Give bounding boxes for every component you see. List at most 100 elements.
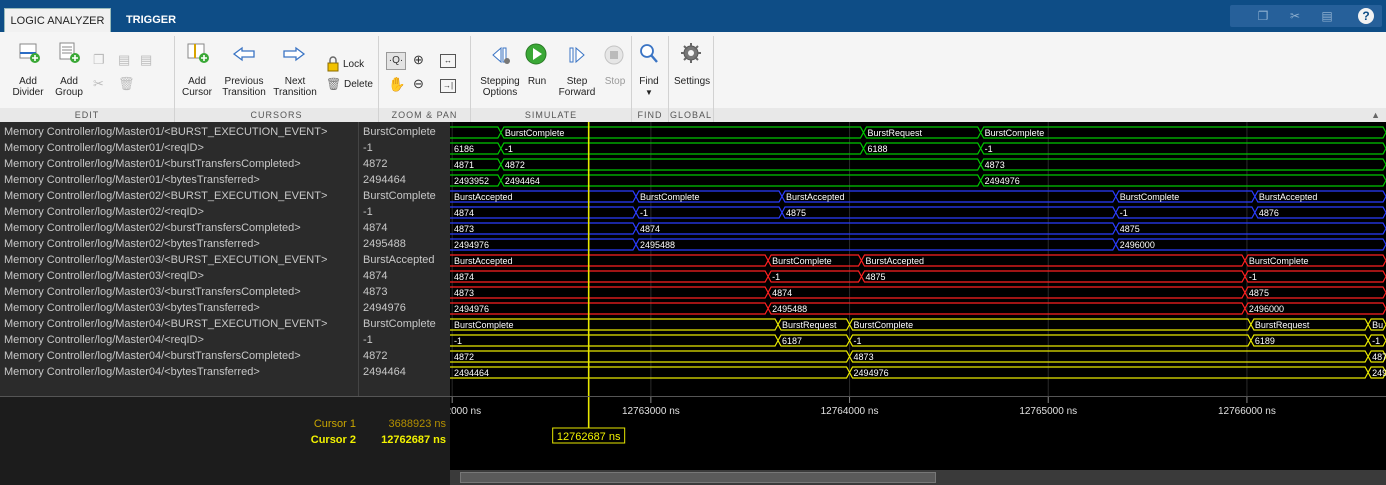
tab-trigger[interactable]: TRIGGER	[113, 8, 189, 32]
copy-icon[interactable]: ❐	[1256, 9, 1270, 23]
waveform-value: 4875	[1120, 224, 1140, 234]
signal-name[interactable]: Memory Controller/log/Master01/<bytesTra…	[4, 172, 358, 188]
waveform-value: 4871	[454, 160, 474, 170]
signal-name[interactable]: Memory Controller/log/Master04/<BURST_EX…	[4, 316, 358, 332]
tab-bar: LOGIC ANALYZER TRIGGER ❐ ✂ ▤ ?	[0, 0, 1386, 32]
section-edit: EDIT	[0, 108, 174, 122]
waveform-segment	[450, 334, 779, 347]
signal-name[interactable]: Memory Controller/log/Master01/<burstTra…	[4, 156, 358, 172]
signal-name[interactable]: Memory Controller/log/Master04/<bytesTra…	[4, 364, 358, 380]
horizontal-scrollbar[interactable]	[450, 470, 1386, 485]
signal-name[interactable]: Memory Controller/log/Master03/<burstTra…	[4, 284, 358, 300]
section-simulate: SIMULATE	[471, 108, 631, 122]
settings-button[interactable]: Settings	[674, 76, 710, 87]
waveform-value: 4875	[1249, 288, 1269, 298]
signal-name[interactable]: Memory Controller/log/Master04/<burstTra…	[4, 348, 358, 364]
scrollbar-thumb[interactable]	[460, 472, 936, 483]
step-forward-button[interactable]: Step Forward	[553, 76, 601, 98]
cursor-info-panel: Cursor 1 3688923 ns Cursor 2 12762687 ns	[0, 396, 450, 485]
waveform-value: 4875	[786, 208, 806, 218]
waveform-value: 2494976	[454, 304, 489, 314]
waveform-value: 2495488	[640, 240, 675, 250]
paste-special-icon[interactable]: ▤	[140, 52, 152, 68]
waveform-value: -1	[505, 144, 513, 154]
waveform-segment	[1115, 238, 1386, 251]
paste-icon[interactable]: ▤	[118, 52, 130, 68]
stop-button[interactable]: Stop	[602, 76, 628, 87]
previous-transition-button[interactable]: Previous Transition	[218, 76, 270, 98]
waveform-value: 2495488	[772, 304, 807, 314]
quick-access-toolbar: ❐ ✂ ▤ ?	[1230, 5, 1382, 27]
help-icon[interactable]: ?	[1358, 8, 1374, 24]
waveform-value: BurstComplete	[772, 256, 832, 266]
delete-trash-icon[interactable]: 🗑	[118, 76, 135, 92]
waveform-segment	[848, 334, 1252, 347]
waveform-segment	[1115, 222, 1386, 235]
settings-gear-icon	[681, 43, 701, 63]
signal-value: 4873	[363, 286, 388, 298]
waveform-value: BurstComplete	[854, 320, 914, 330]
add-cursor-button[interactable]: Add Cursor	[179, 76, 215, 98]
waveform-value: -1	[1120, 208, 1128, 218]
waveform-segment	[980, 158, 1386, 171]
waveform-value: -1	[640, 208, 648, 218]
waveform-value: BurstRequest	[867, 128, 922, 138]
signal-name[interactable]: Memory Controller/log/Master01/<BURST_EX…	[4, 124, 358, 140]
waveform-value: BurstAccepted	[865, 256, 924, 266]
signal-value: -1	[363, 206, 373, 218]
find-button[interactable]: Find ▼	[636, 76, 662, 98]
lock-button[interactable]: Lock	[343, 59, 373, 70]
signal-name[interactable]: Memory Controller/log/Master02/<reqID>	[4, 204, 358, 220]
cut-icon[interactable]: ✂	[93, 76, 104, 92]
add-group-button[interactable]: Add Group	[52, 76, 86, 98]
paste-icon[interactable]: ▤	[1320, 9, 1334, 23]
signal-value: 2494464	[363, 366, 406, 378]
signal-value: 4874	[363, 270, 388, 282]
waveform-segment	[450, 350, 851, 363]
waveform-segment	[500, 158, 982, 171]
waveform-value: BurstAccepted	[1259, 192, 1318, 202]
pan-hand-icon[interactable]: ✋	[388, 76, 405, 93]
signal-name[interactable]: Memory Controller/log/Master04/<reqID>	[4, 332, 358, 348]
waveform-value: BurstAccepted	[454, 192, 513, 202]
cut-icon[interactable]: ✂	[1288, 9, 1302, 23]
waveform-display[interactable]: BurstComplete BurstRequest BurstComplete 61…	[450, 122, 1386, 396]
waveform-segment	[635, 206, 783, 219]
delete-icon: 🗑	[326, 77, 342, 91]
signal-name[interactable]: Memory Controller/log/Master01/<reqID>	[4, 140, 358, 156]
zoom-out-icon[interactable]: ⊖	[413, 76, 424, 92]
zoom-time-icon[interactable]: ·Q·	[386, 52, 406, 70]
waveform-segment	[635, 222, 1117, 235]
zoom-to-cursor-icon[interactable]: →|	[440, 79, 456, 93]
signal-name[interactable]: Memory Controller/log/Master03/<bytesTra…	[4, 300, 358, 316]
tab-logic-analyzer[interactable]: LOGIC ANALYZER	[4, 8, 111, 32]
cursor-2-label: Cursor 2	[310, 434, 356, 446]
copy-icon[interactable]: ❐	[93, 52, 105, 68]
waveform-value: 4874	[772, 288, 792, 298]
signal-name[interactable]: Memory Controller/log/Master02/<BURST_EX…	[4, 188, 358, 204]
collapse-toolstrip-icon[interactable]: ▲	[1371, 110, 1380, 120]
signal-name[interactable]: Memory Controller/log/Master02/<burstTra…	[4, 220, 358, 236]
waveform-value: BurstRequest	[782, 320, 837, 330]
delete-cursor-button[interactable]: Delete	[344, 79, 376, 90]
signal-name[interactable]: Memory Controller/log/Master02/<bytesTra…	[4, 236, 358, 252]
waveform-value: 249	[1372, 368, 1386, 378]
fit-to-view-icon[interactable]: ↔	[440, 54, 456, 68]
waveform-value: BurstComplete	[454, 320, 514, 330]
signal-name[interactable]: Memory Controller/log/Master03/<reqID>	[4, 268, 358, 284]
next-transition-button[interactable]: Next Transition	[270, 76, 320, 98]
stepping-options-button[interactable]: Stepping Options	[475, 76, 525, 98]
zoom-in-icon[interactable]: ⊕	[413, 52, 424, 68]
waveform-value: BurstComplete	[1249, 256, 1309, 266]
waveform-value: BurstComplete	[985, 128, 1045, 138]
waveform-segment	[767, 270, 863, 283]
run-button[interactable]: Run	[524, 76, 550, 87]
signal-name[interactable]: Memory Controller/log/Master03/<BURST_EX…	[4, 252, 358, 268]
signal-value: 2495488	[363, 238, 406, 250]
add-divider-button[interactable]: Add Divider	[8, 76, 48, 98]
waveform-segment	[450, 286, 769, 299]
waveform-segment	[1244, 270, 1386, 283]
waveform-segment	[450, 302, 769, 315]
waveform-value: BurstComplete	[1120, 192, 1180, 202]
waveform-value: 4873	[454, 224, 474, 234]
